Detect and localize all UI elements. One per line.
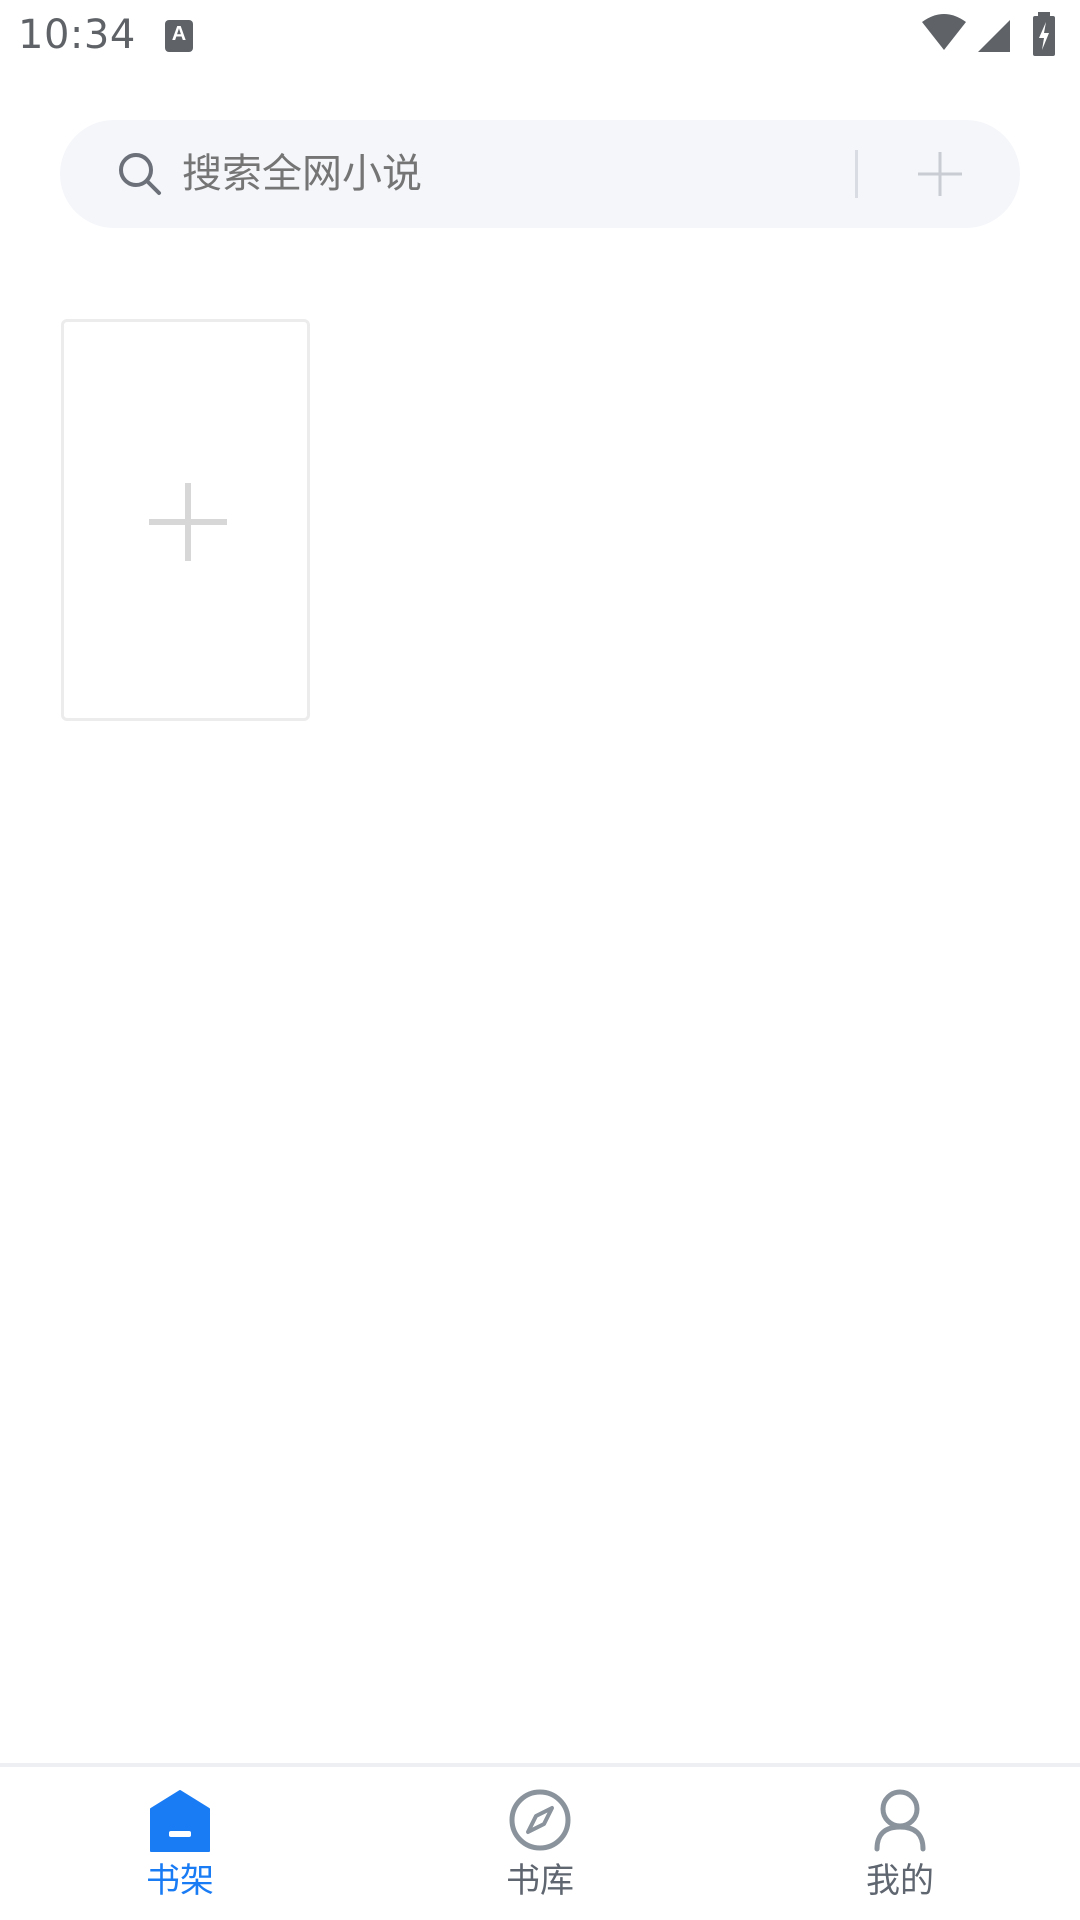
status-icons xyxy=(920,12,1080,62)
plus-icon[interactable] xyxy=(912,146,968,202)
compass-icon xyxy=(509,1789,571,1851)
tab-library[interactable]: 书库 xyxy=(360,1767,720,1920)
search-icon xyxy=(119,153,161,195)
cellular-signal-icon xyxy=(978,20,1010,52)
add-book-card[interactable] xyxy=(61,319,310,721)
tab-mine-label: 我的 xyxy=(866,1861,934,1901)
search-divider xyxy=(855,150,858,198)
plus-icon xyxy=(149,483,227,561)
battery-charging-icon xyxy=(1033,12,1055,56)
tab-mine[interactable]: 我的 xyxy=(720,1767,1080,1920)
bottom-navigation: 书架 书库 我的 xyxy=(0,1763,1080,1920)
person-icon xyxy=(874,1789,926,1852)
tab-bookshelf-label: 书架 xyxy=(146,1861,214,1901)
home-icon xyxy=(150,1790,210,1852)
search-bar[interactable] xyxy=(60,120,1020,228)
status-bar: 10:34 A xyxy=(0,0,1080,76)
bookshelf-screen: 10:34 A 搜索全网小说 书架 书库 我的 xyxy=(0,0,1080,1920)
app-icon-letter: A xyxy=(171,23,187,45)
keyboard-notification-icon: A xyxy=(165,20,193,52)
tab-bookshelf[interactable]: 书架 xyxy=(0,1767,360,1920)
tab-library-label: 书库 xyxy=(506,1861,574,1901)
status-time: 10:34 xyxy=(18,12,136,58)
wifi-icon xyxy=(922,14,966,50)
search-input[interactable] xyxy=(182,148,702,200)
